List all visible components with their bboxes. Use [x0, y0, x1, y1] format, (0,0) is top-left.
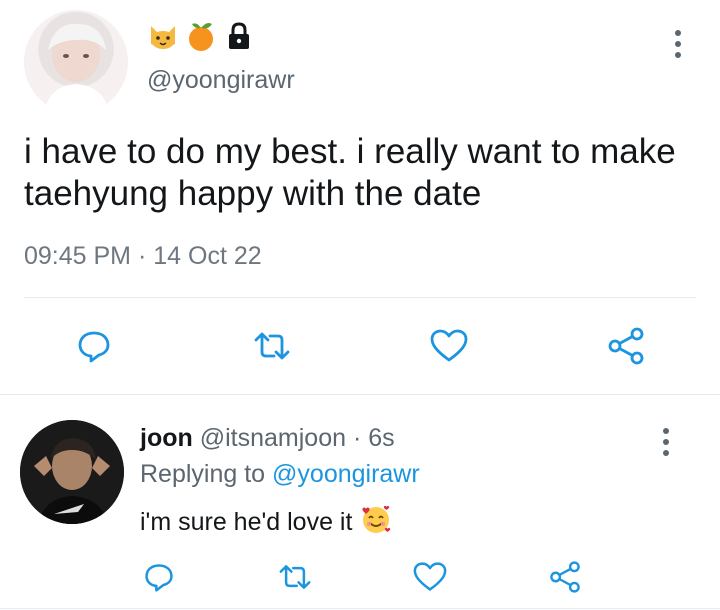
- avatar-photo: [20, 420, 124, 524]
- author-handle[interactable]: @yoongirawr: [147, 66, 295, 95]
- tweet-text: i have to do my best. i really want to m…: [24, 132, 676, 213]
- reply-icon: [78, 331, 110, 363]
- cat-face-icon: [147, 20, 179, 52]
- share-icon: [608, 327, 644, 365]
- reply-header: joon @itsnamjoon · 6s: [140, 424, 395, 453]
- reply-content: i'm sure he'd love it: [140, 503, 392, 542]
- tangerine-icon: [185, 20, 217, 52]
- avatar[interactable]: [24, 10, 128, 114]
- divider: [24, 297, 696, 298]
- reply-button[interactable]: [74, 326, 114, 366]
- replying-to: Replying to @yoongirawr: [140, 460, 420, 489]
- smiling-face-with-hearts-icon: [360, 503, 392, 542]
- meta-separator: ·: [352, 424, 362, 452]
- share-icon: [550, 561, 580, 593]
- profile-emojis: [147, 20, 255, 52]
- share-button[interactable]: [548, 560, 582, 594]
- retweet-icon: [254, 332, 290, 360]
- more-options-icon[interactable]: [658, 428, 674, 456]
- reply-age: 6s: [368, 424, 395, 452]
- like-button[interactable]: [412, 560, 448, 594]
- avatar[interactable]: [20, 420, 124, 524]
- divider: [0, 394, 720, 395]
- reply-author-name[interactable]: joon: [140, 424, 193, 452]
- more-options-icon[interactable]: [670, 30, 686, 58]
- like-icon: [413, 562, 447, 591]
- reply-button[interactable]: [142, 560, 176, 594]
- tweet-timestamp: 09:45 PM · 14 Oct 22: [24, 242, 262, 271]
- reply-author-handle[interactable]: @itsnamjoon: [200, 424, 346, 452]
- meta-separator: ·: [137, 242, 147, 270]
- lock-icon: [223, 20, 255, 52]
- retweet-button[interactable]: [250, 326, 294, 366]
- share-button[interactable]: [606, 326, 646, 366]
- retweet-icon: [279, 565, 311, 589]
- reply-icon: [145, 564, 173, 592]
- like-icon: [430, 329, 468, 362]
- reply-text: i'm sure he'd love it: [140, 508, 353, 536]
- replying-to-link[interactable]: @yoongirawr: [272, 460, 420, 488]
- like-button[interactable]: [428, 326, 470, 366]
- tweet-date: 14 Oct 22: [153, 242, 262, 270]
- replying-to-label: Replying to: [140, 460, 266, 488]
- divider: [0, 608, 720, 609]
- avatar-photo: [44, 23, 110, 114]
- tweet-time: 09:45 PM: [24, 242, 132, 270]
- retweet-button[interactable]: [275, 560, 315, 594]
